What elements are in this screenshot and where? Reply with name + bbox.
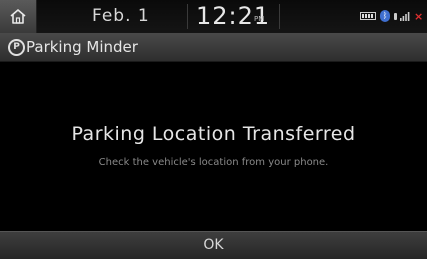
status-divider (279, 4, 280, 29)
phone-signal-icon (394, 12, 410, 21)
battery-icon (360, 12, 376, 20)
status-icons: ᛒ × (360, 9, 423, 23)
parking-minder-screen: Feb. 1 12:21 PM ᛒ × P Parking Minder Par… (0, 0, 427, 259)
page-title: Parking Minder (26, 38, 138, 56)
home-button[interactable] (0, 0, 37, 33)
status-divider (187, 4, 188, 29)
date-label: Feb. 1 (92, 6, 150, 26)
message-area: Parking Location Transferred Check the v… (0, 62, 427, 232)
status-bar: Feb. 1 12:21 PM ᛒ × (0, 0, 427, 33)
mute-icon: × (414, 9, 424, 23)
home-icon (10, 9, 26, 24)
title-bar: P Parking Minder (0, 33, 427, 62)
message-title: Parking Location Transferred (71, 123, 356, 145)
message-subtitle: Check the vehicle's location from your p… (98, 157, 329, 168)
parking-icon: P (8, 39, 25, 56)
clock-ampm: PM (254, 15, 265, 23)
ok-button[interactable]: OK (0, 231, 427, 259)
bluetooth-icon: ᛒ (380, 10, 390, 22)
